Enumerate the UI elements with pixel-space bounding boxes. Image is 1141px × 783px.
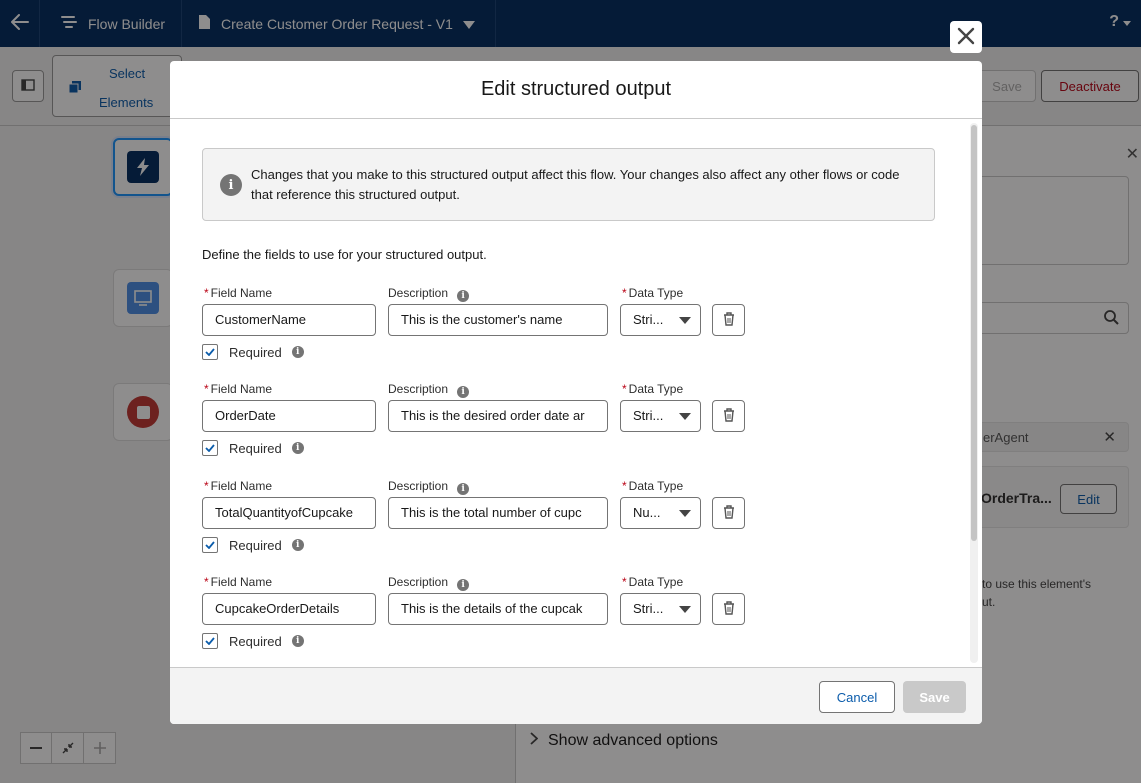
delete-field-button[interactable] [712,400,745,432]
data-type-select[interactable]: Stri... [620,304,701,336]
scrollbar-thumb[interactable] [971,125,977,541]
field-row: * Field Name Description i * Data Type Cupc… [202,575,762,655]
description-label: Description i [388,286,470,302]
data-type-select[interactable]: Stri... [620,400,701,432]
intro-text: Define the fields to use for your struct… [202,247,487,262]
check-icon [205,541,215,549]
field-name-label: * Field Name [204,382,273,396]
trash-icon [723,600,735,618]
required-checkbox[interactable] [202,537,218,553]
delete-field-button[interactable] [712,497,745,529]
data-type-label: * Data Type [622,479,684,493]
required-checkbox-row[interactable]: Required i [202,344,304,360]
required-checkbox-row[interactable]: Required i [202,633,304,649]
description-label: Description i [388,382,470,398]
field-name-input[interactable]: CupcakeOrderDetails [202,593,376,625]
field-row: * Field Name Description i * Data Type Tota… [202,479,762,559]
modal-footer: Cancel Save [170,667,982,724]
field-row: * Field Name Description i * Data Type Orde… [202,382,762,462]
info-icon: i [457,290,470,302]
field-name-input[interactable]: TotalQuantityofCupcake [202,497,376,529]
notice-text: Changes that you make to this structured… [251,167,900,202]
description-input[interactable]: This is the details of the cupcak [388,593,608,625]
trash-icon [723,504,735,522]
modal-title: Edit structured output [170,61,982,119]
check-icon [205,348,215,356]
required-checkbox[interactable] [202,633,218,649]
info-notice: i Changes that you make to this structur… [202,148,935,221]
info-icon: i [291,442,304,454]
data-type-select[interactable]: Nu... [620,497,701,529]
check-icon [205,444,215,452]
delete-field-button[interactable] [712,304,745,336]
description-label: Description i [388,479,470,495]
info-icon: i [220,174,242,196]
field-name-input[interactable]: OrderDate [202,400,376,432]
info-icon: i [457,483,470,495]
info-icon: i [291,539,304,551]
required-checkbox-row[interactable]: Required i [202,440,304,456]
field-name-label: * Field Name [204,575,273,589]
description-input[interactable]: This is the customer's name [388,304,608,336]
data-type-label: * Data Type [622,382,684,396]
required-label: Required [229,537,282,553]
required-checkbox[interactable] [202,344,218,360]
required-checkbox[interactable] [202,440,218,456]
edit-structured-output-modal: Edit structured output i Changes that yo… [170,61,982,724]
description-input[interactable]: This is the desired order date ar [388,400,608,432]
field-row: * Field Name Description i * Data Type Cust… [202,286,762,366]
data-type-label: * Data Type [622,575,684,589]
modal-save-button[interactable]: Save [903,681,966,713]
trash-icon [723,407,735,425]
description-input[interactable]: This is the total number of cupc [388,497,608,529]
modal-body: i Changes that you make to this structur… [170,119,982,667]
trash-icon [723,311,735,329]
modal-close-button[interactable] [950,21,982,53]
cancel-button[interactable]: Cancel [819,681,895,713]
required-label: Required [229,440,282,456]
chevron-down-icon [679,413,691,420]
info-icon: i [457,579,470,591]
chevron-down-icon [679,510,691,517]
check-icon [205,637,215,645]
info-icon: i [291,635,304,647]
chevron-down-icon [679,606,691,613]
close-icon [957,27,975,48]
field-name-input[interactable]: CustomerName [202,304,376,336]
data-type-label: * Data Type [622,286,684,300]
required-checkbox-row[interactable]: Required i [202,537,304,553]
data-type-select[interactable]: Stri... [620,593,701,625]
field-name-label: * Field Name [204,286,273,300]
description-label: Description i [388,575,470,591]
delete-field-button[interactable] [712,593,745,625]
modal-scrollbar[interactable] [970,123,978,663]
required-label: Required [229,344,282,360]
field-name-label: * Field Name [204,479,273,493]
info-icon: i [457,386,470,398]
info-icon: i [291,346,304,358]
chevron-down-icon [679,317,691,324]
required-label: Required [229,633,282,649]
